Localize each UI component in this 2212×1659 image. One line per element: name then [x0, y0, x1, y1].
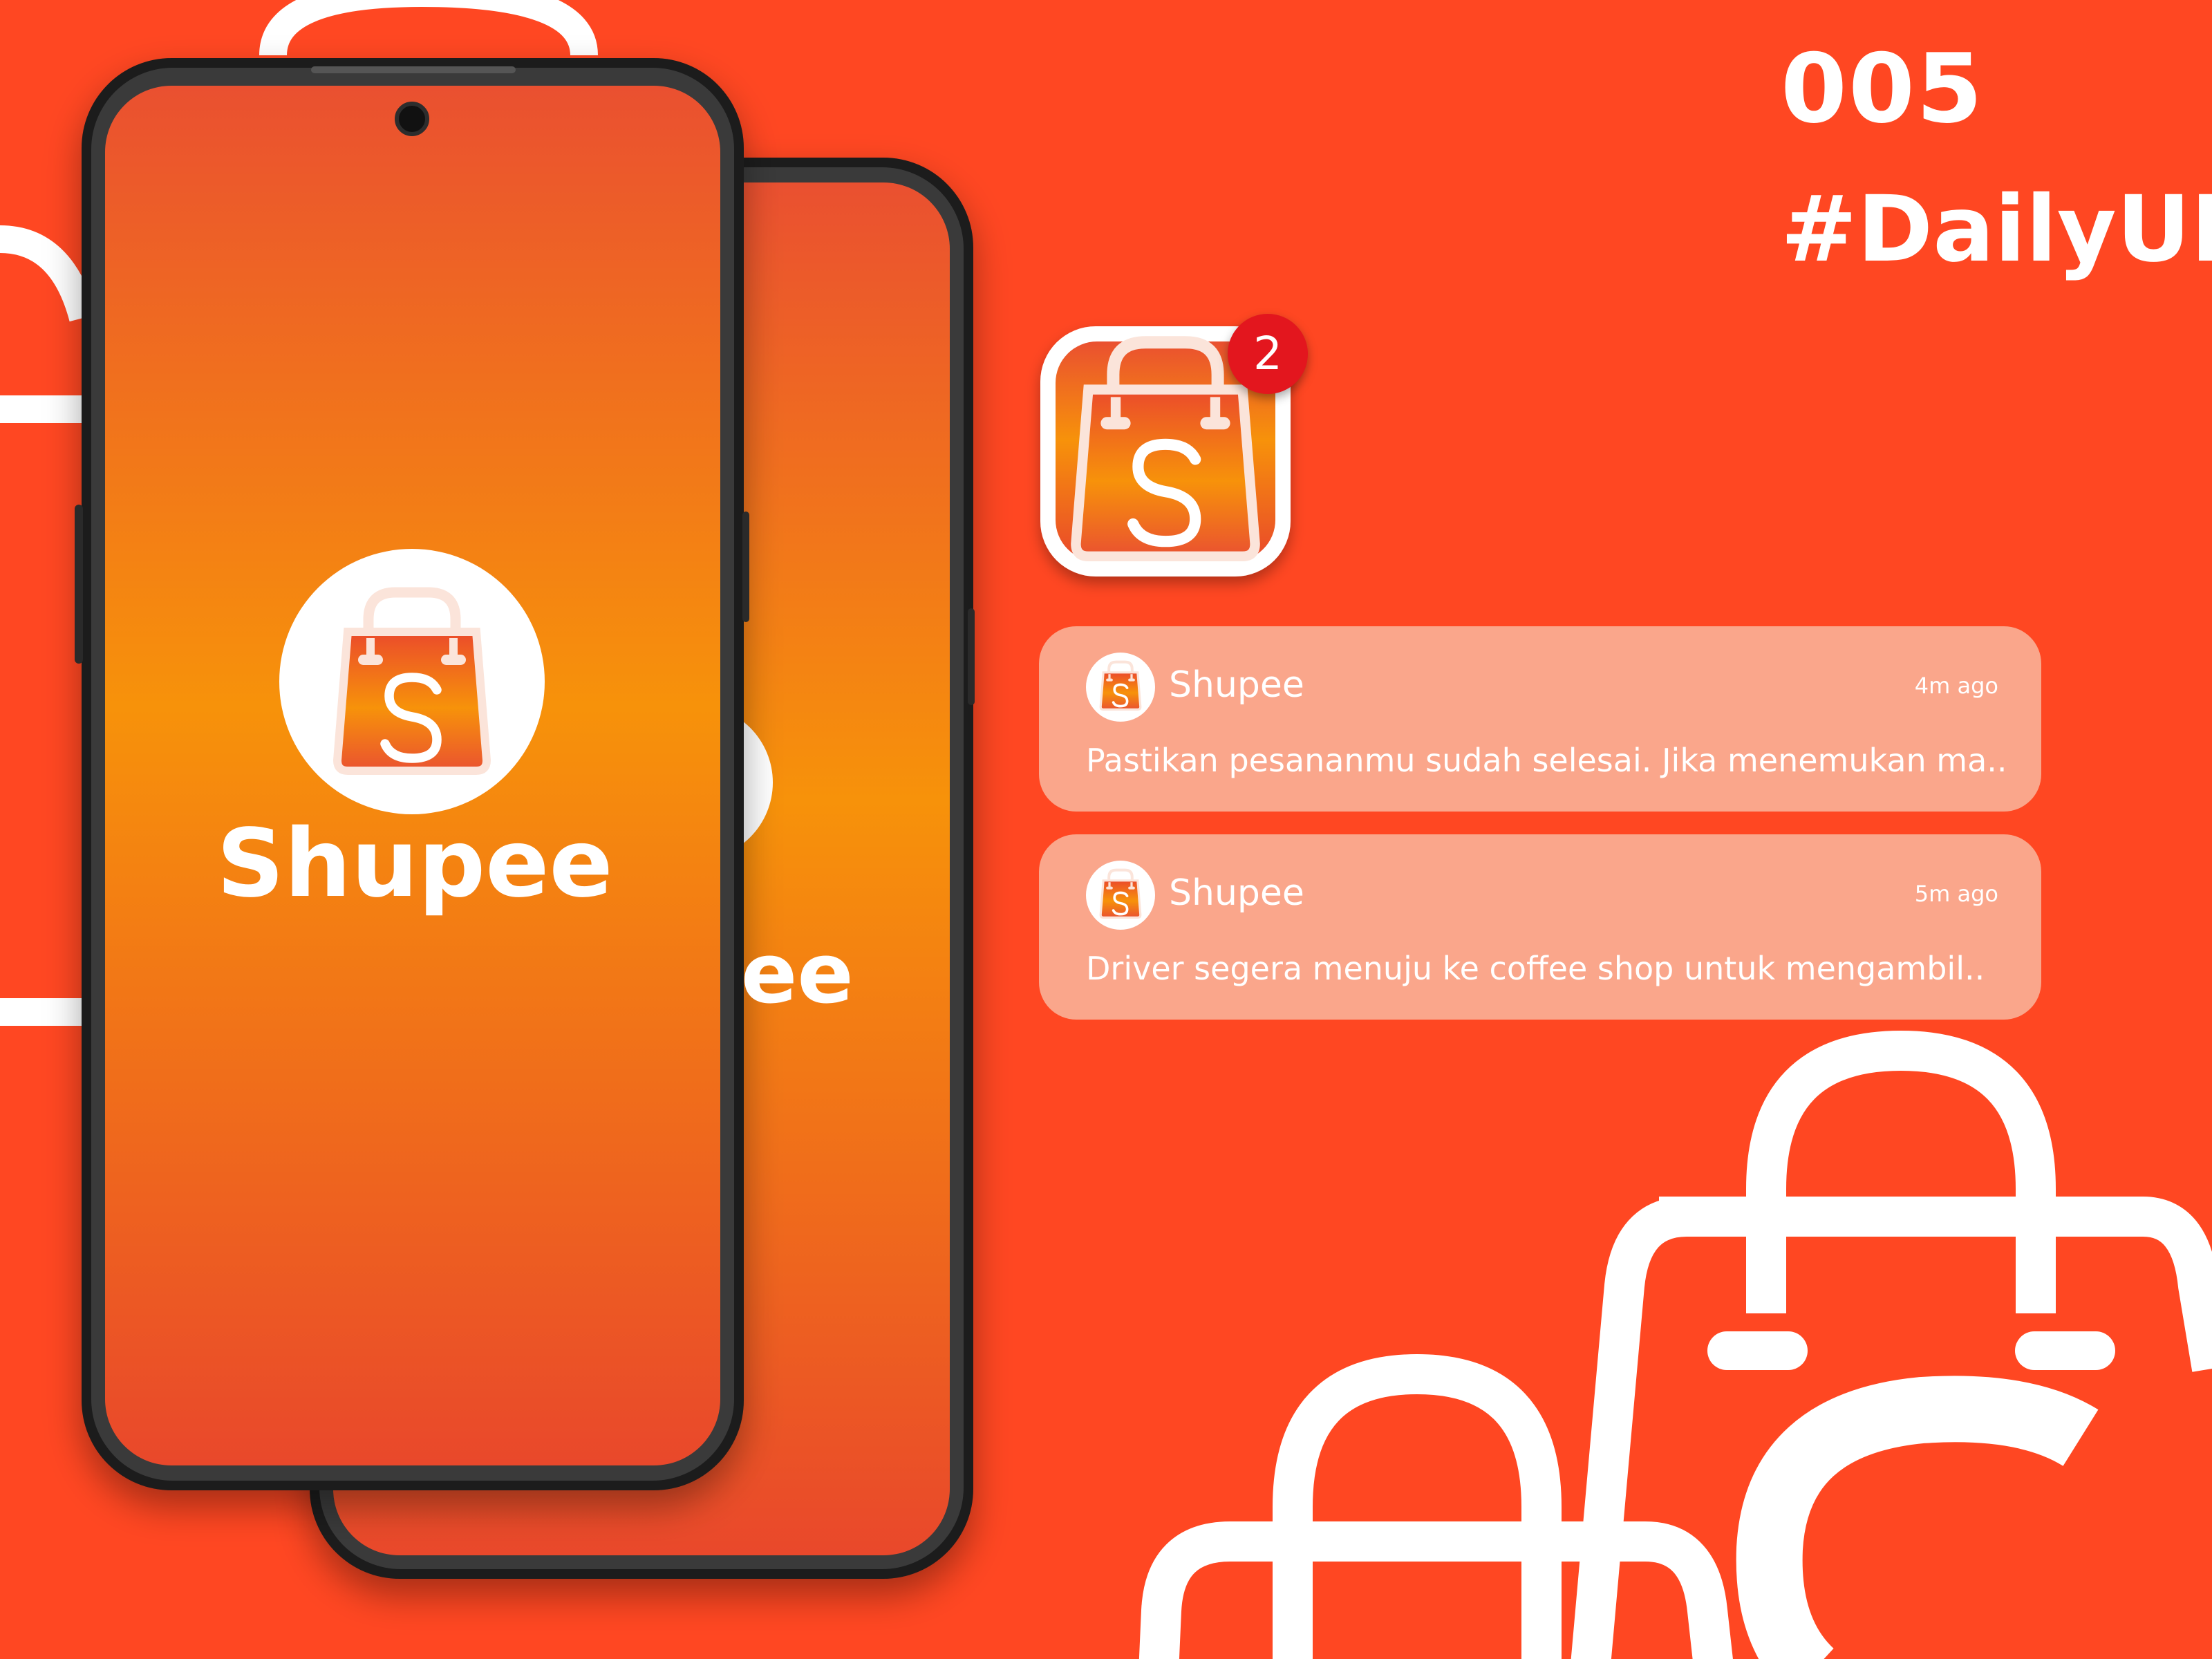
- top-bag-handle-icon: [259, 0, 598, 57]
- large-bag-strap-left-icon: [1707, 1331, 1808, 1370]
- notification-message: Driver segera menuju ke coffee shop untu…: [1086, 950, 1985, 987]
- left-bag-strap-icon: [0, 998, 82, 1026]
- left-bag-outline-icon: [0, 225, 97, 322]
- notification-time: 5m ago: [1914, 881, 1998, 907]
- left-bag-strap-icon: [0, 395, 82, 423]
- large-bag-s-letter-icon: [1736, 1376, 2099, 1659]
- notification-app-name: Shupee: [1169, 664, 1304, 706]
- daily-ui-hashtag: #DailyUI: [1781, 176, 2212, 283]
- splash-brand-name: Shupee: [216, 809, 613, 919]
- large-bag-strap-right-icon: [2015, 1331, 2115, 1370]
- notification-time: 4m ago: [1914, 673, 1998, 699]
- notification-card[interactable]: Shupee 5m ago Driver segera menuju ke co…: [1039, 834, 2041, 1020]
- notification-app-name: Shupee: [1169, 872, 1304, 914]
- notification-card[interactable]: Shupee 4m ago Pastikan pesananmu sudah s…: [1039, 626, 2041, 812]
- back-phone-brand-fragment: ee: [741, 926, 854, 1022]
- notification-message: Pastikan pesananmu sudah selesai. Jika m…: [1086, 742, 2005, 779]
- notification-badge: 2: [1228, 314, 1308, 394]
- daily-ui-number: 005: [1781, 33, 1985, 144]
- shupee-app-icon: [1086, 653, 1155, 722]
- shupee-app-icon: [1086, 861, 1155, 930]
- front-camera-icon: [395, 102, 429, 136]
